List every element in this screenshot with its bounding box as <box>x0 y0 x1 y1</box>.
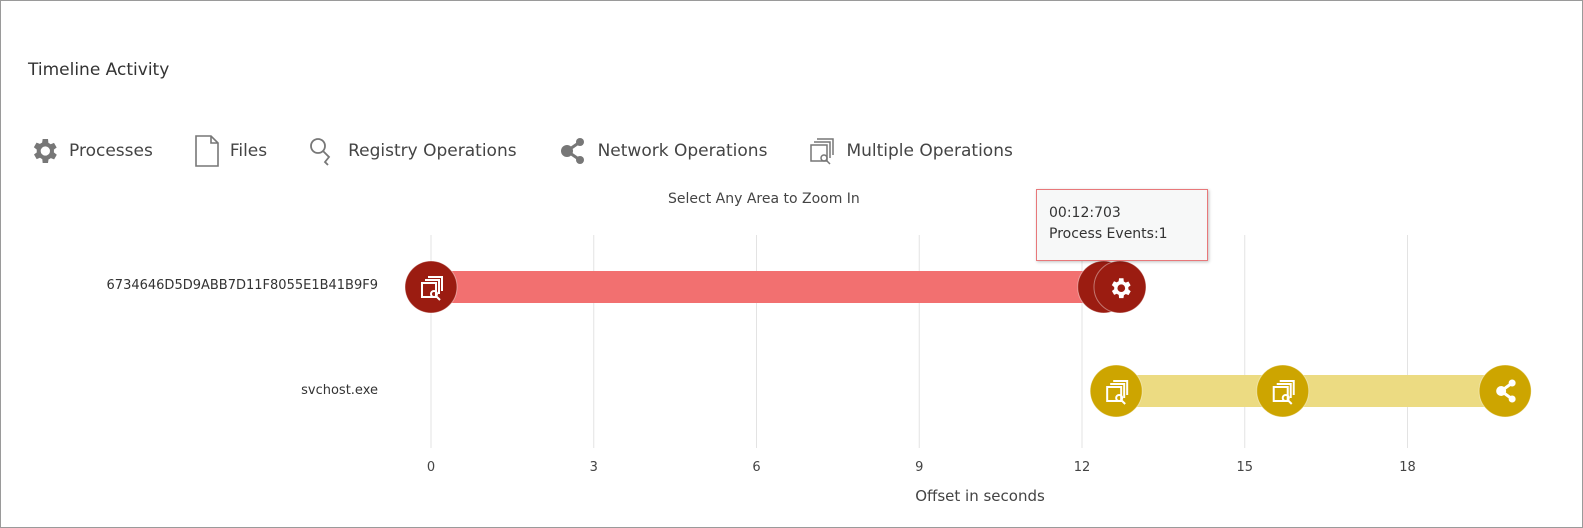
event-circle <box>1093 260 1147 314</box>
x-axis-label: Offset in seconds <box>915 487 1045 505</box>
x-tick-label: 12 <box>1074 460 1091 475</box>
event-circle <box>1256 364 1310 418</box>
tooltip: 00:12:703 Process Events:1 <box>1036 189 1208 261</box>
event-marker[interactable] <box>1089 364 1143 418</box>
activity-bar <box>1116 375 1506 407</box>
tooltip-text: Process Events:1 <box>1049 226 1168 242</box>
x-tick-label: 0 <box>427 460 435 475</box>
x-tick-label: 3 <box>590 460 598 475</box>
tooltip-time: 00:12:703 <box>1049 205 1121 221</box>
event-marker[interactable] <box>404 260 458 314</box>
timeline-chart[interactable]: 0 3 6 9 12 15 18 Offset in seconds <box>0 0 1583 528</box>
x-tick-label: 9 <box>915 460 923 475</box>
event-circle <box>404 260 458 314</box>
event-circle <box>1089 364 1143 418</box>
event-marker[interactable] <box>1093 260 1147 314</box>
x-tick-label: 6 <box>752 460 760 475</box>
event-marker[interactable] <box>1478 364 1532 418</box>
x-tick-label: 18 <box>1399 460 1416 475</box>
event-marker[interactable] <box>1256 364 1310 418</box>
activity-bar <box>431 271 1120 303</box>
x-tick-label: 15 <box>1236 460 1253 475</box>
